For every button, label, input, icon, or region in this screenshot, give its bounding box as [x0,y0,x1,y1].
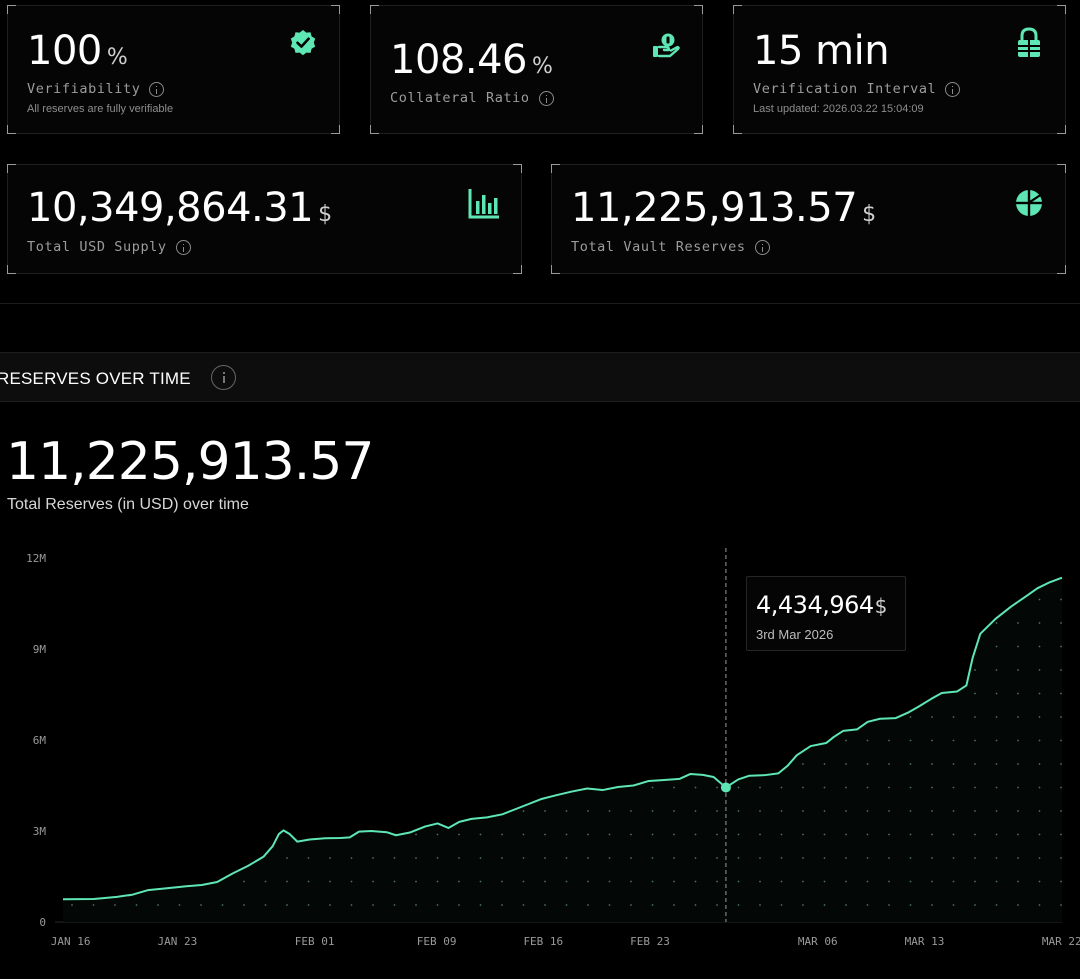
info-icon[interactable] [175,239,191,255]
info-icon[interactable] [538,90,554,106]
area-fill [63,577,1062,922]
hand-coin-icon [653,33,680,58]
x-tick-label: JAN 23 [157,935,197,948]
x-tick-label: MAR 13 [905,935,945,948]
total-usd-supply-value: 10,349,864.31 $ [27,185,333,231]
x-tick-label: JAN 16 [51,935,91,948]
tooltip-value: 4,434,964$ [756,591,887,619]
total-vault-reserves-label: Total Vault Reserves [571,239,770,255]
total-vault-reserves-card: 11,225,913.57 $ Total Vault Reserves [551,164,1066,274]
y-tick-label: 0 [39,916,46,929]
pie-chart-icon [1016,190,1043,216]
total-vault-reserves-value: 11,225,913.57 $ [571,185,877,231]
section-title: RESERVES OVER TIME [0,369,191,388]
x-tick-label: FEB 09 [417,935,457,948]
x-tick-label: FEB 23 [630,935,670,948]
collateral-ratio-card: 108.46% Collateral Ratio [370,5,703,134]
collateral-ratio-label: Collateral Ratio [390,90,554,106]
reserves-chart[interactable]: 0 3M 6M 9M 12M JAN 16 JAN 23 FEB 01 FEB 09 FEB 16… [0,540,1080,970]
info-icon[interactable] [945,81,961,97]
total-usd-supply-label: Total USD Supply [27,239,191,255]
lock-icon [1018,27,1040,57]
verification-interval-card: 15 min Verification Interval Last update… [733,5,1066,134]
x-tick-label: FEB 01 [295,935,335,948]
x-tick-label: MAR 22 [1042,935,1080,948]
reserves-section-header: RESERVES OVER TIME [0,352,1080,402]
reserves-subtitle: Total Reserves (in USD) over time [7,496,249,513]
info-icon[interactable] [211,365,236,390]
bar-chart-icon [468,189,499,219]
verifiability-value: 100% [27,28,128,74]
verified-badge-icon [290,30,316,56]
verification-interval-label: Verification Interval [753,81,961,97]
y-tick-label: 12M [26,552,46,565]
y-tick-label: 9M [33,643,47,656]
collateral-ratio-value: 108.46% [390,37,553,83]
section-divider [0,303,1080,304]
verifiability-label: Verifiability [27,81,165,97]
y-tick-label: 6M [33,734,47,747]
tooltip-date: 3rd Mar 2026 [756,627,834,642]
y-tick-label: 3M [33,825,47,838]
info-icon[interactable] [149,81,165,97]
chart-tooltip: 4,434,964$ 3rd Mar 2026 [746,576,906,651]
verification-interval-value: 15 min [753,28,890,74]
x-tick-label: MAR 06 [798,935,838,948]
total-usd-supply-card: 10,349,864.31 $ Total USD Supply [7,164,522,274]
verifiability-card: 100% Verifiability All reserves are full… [7,5,340,134]
x-tick-label: FEB 16 [523,935,563,948]
reserves-total-value: 11,225,913.57 [6,432,374,492]
last-updated-text: Last updated: 2026.03.22 15:04:09 [753,103,924,115]
verifiability-subtext: All reserves are fully verifiable [27,103,174,115]
info-icon[interactable] [754,239,770,255]
hover-point [720,782,731,793]
